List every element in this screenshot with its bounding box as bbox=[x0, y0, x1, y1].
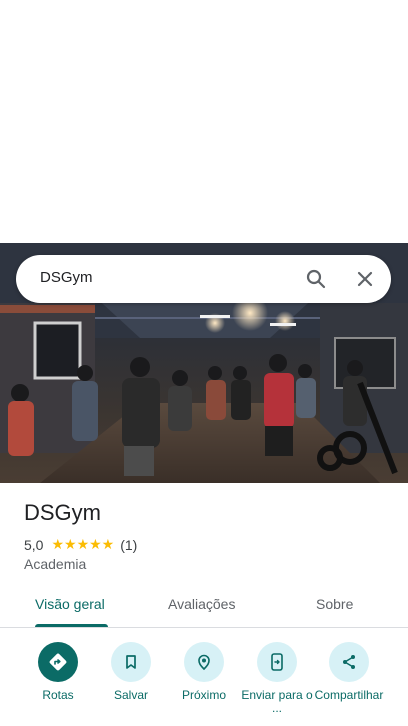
nearby-icon bbox=[184, 642, 224, 682]
place-category: Academia bbox=[24, 556, 87, 572]
star-rating-icon: ★★★★★ bbox=[51, 536, 115, 552]
directions-icon bbox=[38, 642, 78, 682]
tab-about[interactable]: Sobre bbox=[316, 596, 353, 612]
rating-value: 5,0 bbox=[24, 536, 44, 553]
share-icon bbox=[329, 642, 369, 682]
action-bar: Rotas Salvar Próximo Enviar para o ... C… bbox=[0, 642, 408, 726]
place-title: DSGym bbox=[24, 500, 101, 525]
search-bar[interactable]: DSGym bbox=[16, 255, 391, 303]
directions-button[interactable]: Rotas bbox=[18, 642, 98, 702]
bookmark-icon bbox=[111, 642, 151, 682]
save-label: Salvar bbox=[113, 688, 148, 702]
review-count[interactable]: (1) bbox=[120, 537, 137, 553]
nearby-button[interactable]: Próximo bbox=[164, 642, 244, 702]
send-to-phone-icon bbox=[257, 642, 297, 682]
search-input[interactable]: DSGym bbox=[40, 269, 93, 286]
directions-label: Rotas bbox=[42, 688, 74, 702]
send-to-phone-label: Enviar para o ... bbox=[241, 688, 313, 715]
tab-bar: Visão geral Avaliações Sobre bbox=[0, 584, 408, 628]
send-to-phone-button[interactable]: Enviar para o ... bbox=[237, 642, 317, 715]
rating-row[interactable]: 5,0 ★★★★★ (1) bbox=[24, 536, 137, 553]
share-label: Compartilhar bbox=[314, 688, 384, 702]
map-area-blank bbox=[0, 0, 408, 243]
tab-overview[interactable]: Visão geral bbox=[35, 596, 105, 612]
search-icon[interactable] bbox=[304, 267, 328, 291]
nearby-label: Próximo bbox=[181, 688, 226, 702]
active-tab-indicator bbox=[35, 624, 108, 627]
save-button[interactable]: Salvar bbox=[91, 642, 171, 702]
share-button[interactable]: Compartilhar bbox=[309, 642, 389, 702]
close-icon[interactable] bbox=[353, 267, 377, 291]
tab-reviews[interactable]: Avaliações bbox=[168, 596, 235, 612]
